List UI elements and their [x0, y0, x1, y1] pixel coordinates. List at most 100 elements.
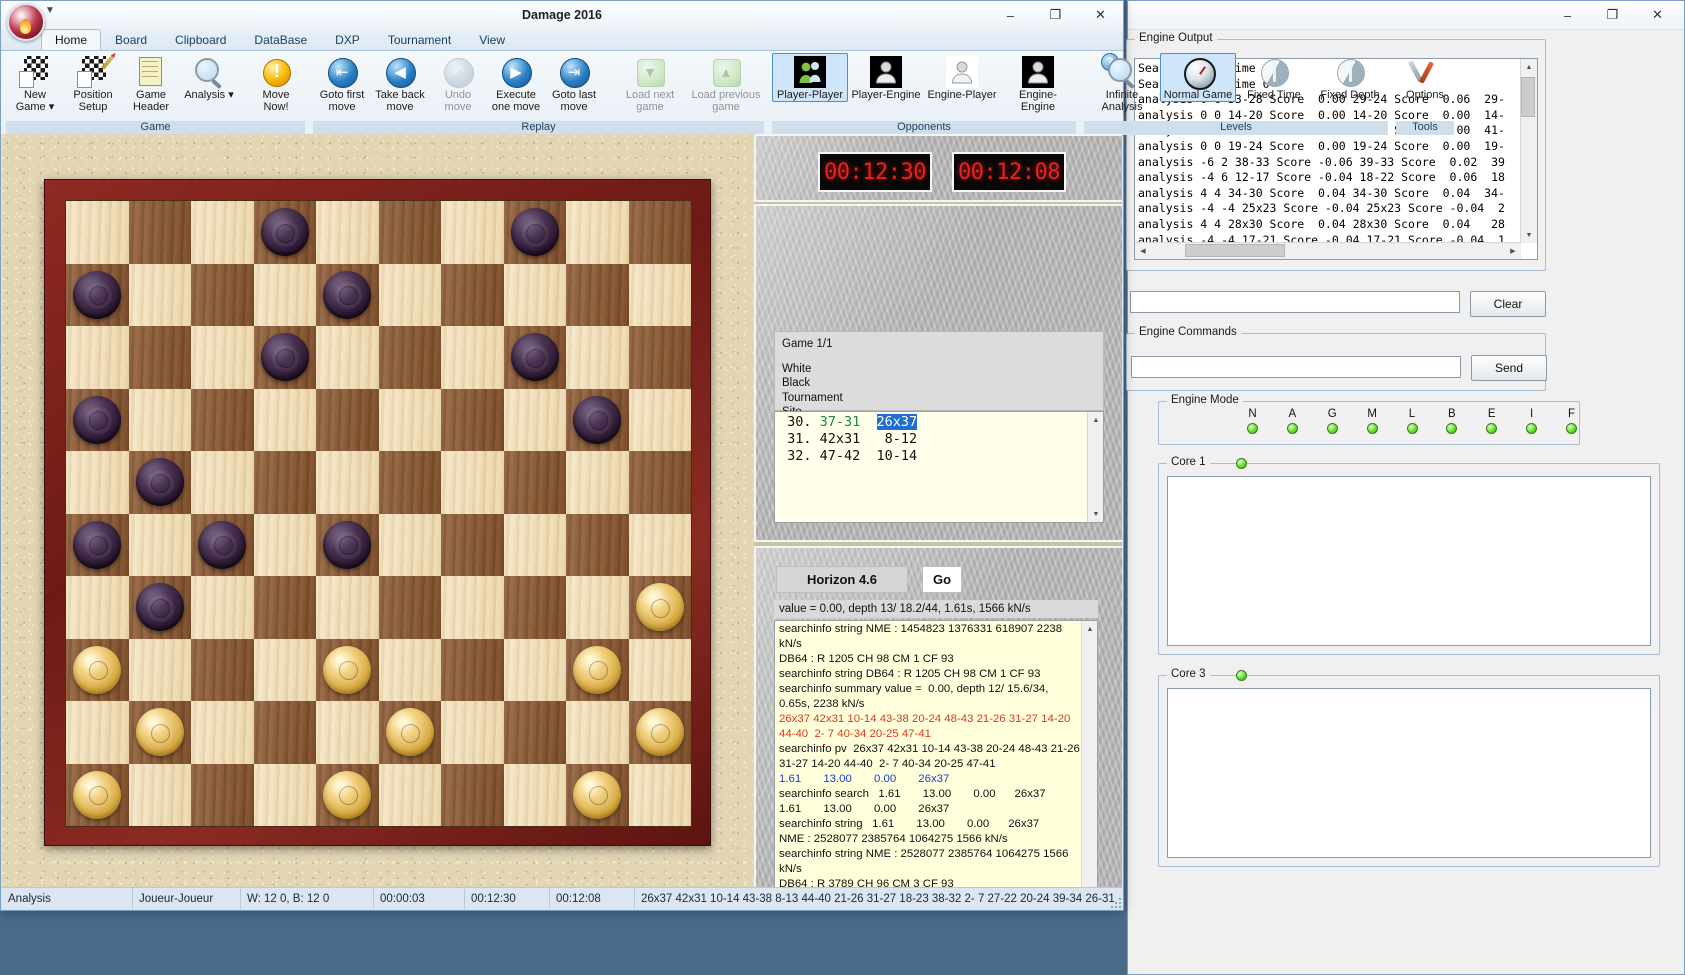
engine-output-vscrollbar[interactable]: ▲ ▼: [1520, 59, 1537, 243]
board-square-31[interactable]: [129, 576, 192, 639]
engine-log-vscrollbar[interactable]: ▲ ▼: [1081, 621, 1097, 887]
black-piece[interactable]: [261, 333, 309, 381]
engine-command-history-input[interactable]: [1130, 291, 1460, 313]
move-list-row[interactable]: 31. 42x31 8-12: [779, 431, 1099, 448]
black-piece[interactable]: [136, 583, 184, 631]
engine-mode-B[interactable]: B: [1446, 408, 1457, 434]
board-square-16[interactable]: [66, 389, 129, 452]
black-piece[interactable]: [511, 208, 559, 256]
tab-database[interactable]: DataBase: [240, 29, 321, 50]
ribbon-button-execute-one-move[interactable]: ▶Execute one move: [487, 53, 545, 114]
white-piece[interactable]: [73, 646, 121, 694]
tab-view[interactable]: View: [465, 29, 519, 50]
engine-mode-M[interactable]: M: [1367, 408, 1378, 434]
ribbon-button-engine-player[interactable]: Engine-Player: [924, 53, 1000, 102]
move-list[interactable]: 30. 37-31 26x37 31. 42x31 8-12 32. 47-42…: [775, 412, 1103, 467]
ribbon-button-normal-game[interactable]: Normal Game: [1160, 53, 1236, 102]
board-square-8[interactable]: [316, 264, 379, 327]
board-square-42[interactable]: [254, 701, 317, 764]
core1-output[interactable]: [1167, 476, 1651, 646]
board-square-24[interactable]: [504, 451, 567, 514]
tab-dxp[interactable]: DXP: [321, 29, 374, 50]
tab-board[interactable]: Board: [101, 29, 161, 50]
board-square-17[interactable]: [191, 389, 254, 452]
engine-dialog-close-button[interactable]: ✕: [1635, 2, 1680, 28]
board-square-32[interactable]: [254, 576, 317, 639]
engine-mode-G[interactable]: G: [1327, 408, 1338, 434]
white-piece[interactable]: [73, 771, 121, 819]
engine-mode-E[interactable]: E: [1486, 408, 1497, 434]
board-square-38[interactable]: [316, 639, 379, 702]
ribbon-button-fixed-depth[interactable]: Fixed Depth: [1312, 53, 1388, 102]
board-square-15[interactable]: [629, 326, 692, 389]
move-black[interactable]: 26x37: [877, 414, 918, 430]
black-piece[interactable]: [511, 333, 559, 381]
board-square-13[interactable]: [379, 326, 442, 389]
scroll-right-arrow-icon[interactable]: ▶: [1505, 243, 1521, 259]
board-square-10[interactable]: [566, 264, 629, 327]
movelist-scroll-down-arrow-icon[interactable]: ▼: [1088, 506, 1104, 522]
engine-output-hscroll-thumb[interactable]: [1185, 244, 1285, 257]
ribbon-button-fixed-time[interactable]: Fixed Time: [1236, 53, 1312, 102]
board-square-48[interactable]: [316, 764, 379, 827]
white-piece[interactable]: [636, 708, 684, 756]
board-square-4[interactable]: [504, 201, 567, 264]
board-square-35[interactable]: [629, 576, 692, 639]
board-square-3[interactable]: [379, 201, 442, 264]
minimize-button[interactable]: –: [988, 1, 1033, 29]
move-white[interactable]: 37-31: [820, 414, 877, 430]
board-square-50[interactable]: [566, 764, 629, 827]
movelist-scroll-up-arrow-icon[interactable]: ▲: [1088, 412, 1104, 428]
board-square-46[interactable]: [66, 764, 129, 827]
engine-command-input[interactable]: [1131, 356, 1461, 378]
engine-mode-F[interactable]: F: [1566, 408, 1577, 434]
black-piece[interactable]: [73, 521, 121, 569]
board-square-2[interactable]: [254, 201, 317, 264]
move-list-row[interactable]: 32. 47-42 10-14: [779, 448, 1099, 465]
board-square-21[interactable]: [129, 451, 192, 514]
go-button[interactable]: Go: [922, 566, 962, 593]
board-square-9[interactable]: [441, 264, 504, 327]
scroll-left-arrow-icon[interactable]: ◀: [1135, 243, 1151, 259]
board-square-11[interactable]: [129, 326, 192, 389]
board-square-47[interactable]: [191, 764, 254, 827]
board-square-43[interactable]: [379, 701, 442, 764]
board-square-29[interactable]: [441, 514, 504, 577]
move-list-box[interactable]: 30. 37-31 26x37 31. 42x31 8-12 32. 47-42…: [774, 411, 1104, 523]
move-list-vscrollbar[interactable]: ▲ ▼: [1087, 412, 1103, 522]
ribbon-button-game-header[interactable]: Game Header: [122, 53, 180, 114]
white-piece[interactable]: [323, 646, 371, 694]
board-square-6[interactable]: [66, 264, 129, 327]
ribbon-button-new-game[interactable]: New Game ▾: [6, 53, 64, 114]
enginelog-scroll-up-arrow-icon[interactable]: ▲: [1082, 621, 1098, 637]
engine-dialog-minimize-button[interactable]: –: [1545, 2, 1590, 28]
engine-log-box[interactable]: searchinfo string NME : 1454823 1376331 …: [774, 620, 1098, 887]
board-square-25[interactable]: [629, 451, 692, 514]
ribbon-button-goto-first-move[interactable]: ⇤Goto first move: [313, 53, 371, 114]
black-piece[interactable]: [73, 271, 121, 319]
engine-mode-A[interactable]: A: [1287, 408, 1298, 434]
ribbon-button-player-engine[interactable]: Player-Engine: [848, 53, 924, 102]
clear-button[interactable]: Clear: [1470, 291, 1546, 317]
close-button[interactable]: ✕: [1078, 1, 1123, 29]
board-square-22[interactable]: [254, 451, 317, 514]
tab-home[interactable]: Home: [41, 29, 101, 50]
board-square-18[interactable]: [316, 389, 379, 452]
board-square-44[interactable]: [504, 701, 567, 764]
engine-dialog-maximize-button[interactable]: ❐: [1590, 2, 1635, 28]
board-square-19[interactable]: [441, 389, 504, 452]
white-piece[interactable]: [323, 771, 371, 819]
core3-output[interactable]: [1167, 688, 1651, 858]
white-piece[interactable]: [136, 708, 184, 756]
game-header-box[interactable]: Game 1/1WhiteBlackTournamentSiteResult *: [774, 331, 1104, 411]
tab-tournament[interactable]: Tournament: [374, 29, 465, 50]
ribbon-button-player-player[interactable]: Player-Player: [772, 53, 848, 102]
engine-mode-N[interactable]: N: [1247, 408, 1258, 434]
move-black[interactable]: 10-14: [877, 448, 918, 464]
board-square-27[interactable]: [191, 514, 254, 577]
draughts-board[interactable]: [65, 200, 692, 827]
move-white[interactable]: 47-42: [820, 448, 877, 464]
board-square-20[interactable]: [566, 389, 629, 452]
tab-clipboard[interactable]: Clipboard: [161, 29, 240, 50]
black-piece[interactable]: [198, 521, 246, 569]
